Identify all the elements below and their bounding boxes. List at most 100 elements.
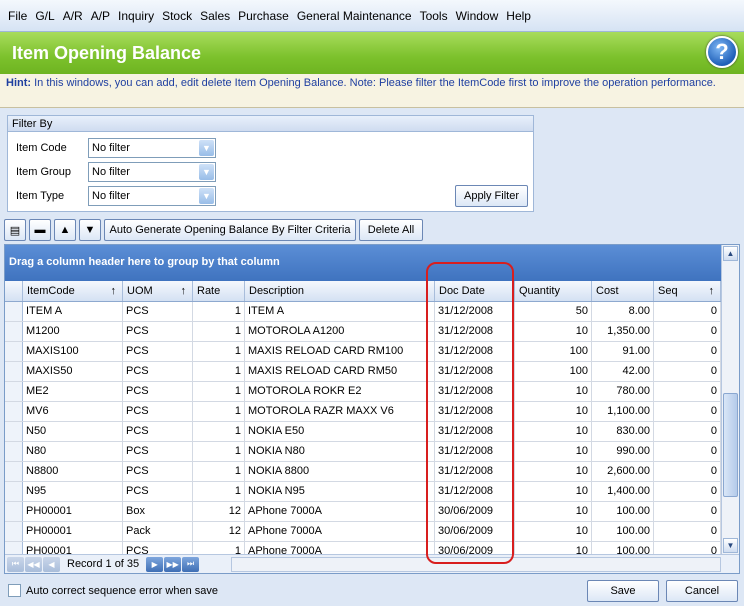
- row-indicator[interactable]: [5, 482, 23, 501]
- first-record-icon[interactable]: ⏮: [7, 556, 24, 572]
- menu-item-stock[interactable]: Stock: [158, 9, 196, 23]
- cell-rate[interactable]: 1: [193, 402, 245, 421]
- scroll-thumb[interactable]: [723, 393, 738, 497]
- scroll-up-icon[interactable]: ▲: [723, 246, 738, 261]
- table-row[interactable]: MV6 PCS 1 MOTOROLA RAZR MAXX V6 31/12/2008 10…: [5, 402, 721, 422]
- row-indicator[interactable]: [5, 302, 23, 321]
- horizontal-scrollbar[interactable]: [231, 556, 721, 572]
- cell-doc-date[interactable]: 31/12/2008: [435, 442, 515, 461]
- cell-quantity[interactable]: 10: [515, 522, 592, 541]
- auto-correct-option[interactable]: Auto correct sequence error when save: [8, 584, 218, 597]
- prev-record-icon[interactable]: ◀: [43, 556, 60, 572]
- column-header-uom[interactable]: UOM ↑: [123, 281, 193, 301]
- cell-quantity[interactable]: 10: [515, 422, 592, 441]
- chevron-down-icon[interactable]: ▼: [199, 188, 214, 204]
- row-indicator[interactable]: [5, 342, 23, 361]
- move-up-icon[interactable]: ▲: [54, 219, 76, 241]
- cell-itemcode[interactable]: ME2: [23, 382, 123, 401]
- menu-item-inquiry[interactable]: Inquiry: [114, 9, 158, 23]
- cell-uom[interactable]: PCS: [123, 482, 193, 501]
- cell-description[interactable]: MOTOROLA ROKR E2: [245, 382, 435, 401]
- cell-seq[interactable]: 0: [654, 482, 721, 501]
- cell-description[interactable]: NOKIA E50: [245, 422, 435, 441]
- menu-item-sales[interactable]: Sales: [196, 9, 234, 23]
- row-indicator[interactable]: [5, 522, 23, 541]
- column-header-quantity[interactable]: Quantity: [515, 281, 592, 301]
- cell-doc-date[interactable]: 31/12/2008: [435, 382, 515, 401]
- cell-description[interactable]: APhone 7000A: [245, 522, 435, 541]
- cell-description[interactable]: APhone 7000A: [245, 502, 435, 521]
- cell-cost[interactable]: 8.00: [592, 302, 654, 321]
- cell-uom[interactable]: PCS: [123, 322, 193, 341]
- cell-rate[interactable]: 1: [193, 482, 245, 501]
- cell-quantity[interactable]: 10: [515, 502, 592, 521]
- table-row[interactable]: N8800 PCS 1 NOKIA 8800 31/12/2008 10 2,600.00 0: [5, 462, 721, 482]
- row-indicator[interactable]: [5, 362, 23, 381]
- cell-uom[interactable]: PCS: [123, 402, 193, 421]
- cell-cost[interactable]: 1,400.00: [592, 482, 654, 501]
- cell-itemcode[interactable]: MV6: [23, 402, 123, 421]
- help-icon[interactable]: ?: [706, 36, 738, 68]
- cell-uom[interactable]: Pack: [123, 522, 193, 541]
- chevron-down-icon[interactable]: ▼: [199, 140, 214, 156]
- cell-seq[interactable]: 0: [654, 422, 721, 441]
- cell-description[interactable]: ITEM A: [245, 302, 435, 321]
- next-page-icon[interactable]: ▶▶: [164, 556, 182, 572]
- cell-cost[interactable]: 780.00: [592, 382, 654, 401]
- cell-seq[interactable]: 0: [654, 402, 721, 421]
- column-header-rate[interactable]: Rate: [193, 281, 245, 301]
- cell-uom[interactable]: PCS: [123, 442, 193, 461]
- cell-quantity[interactable]: 100: [515, 362, 592, 381]
- cell-cost[interactable]: 990.00: [592, 442, 654, 461]
- cell-description[interactable]: NOKIA N80: [245, 442, 435, 461]
- cell-quantity[interactable]: 10: [515, 482, 592, 501]
- cell-quantity[interactable]: 10: [515, 322, 592, 341]
- menu-item-window[interactable]: Window: [452, 9, 503, 23]
- next-record-icon[interactable]: ▶: [146, 556, 164, 572]
- menu-item-a-p[interactable]: A/P: [87, 9, 114, 23]
- column-header-description[interactable]: Description: [245, 281, 435, 301]
- cell-seq[interactable]: 0: [654, 302, 721, 321]
- cell-itemcode[interactable]: N8800: [23, 462, 123, 481]
- menu-item-help[interactable]: Help: [502, 9, 535, 23]
- cell-cost[interactable]: 91.00: [592, 342, 654, 361]
- auto-correct-checkbox[interactable]: [8, 584, 21, 597]
- vertical-scrollbar[interactable]: ▲ ▼: [721, 245, 739, 556]
- cell-seq[interactable]: 0: [654, 322, 721, 341]
- cell-uom[interactable]: Box: [123, 502, 193, 521]
- cell-itemcode[interactable]: PH00001: [23, 502, 123, 521]
- last-record-icon[interactable]: ⏭: [182, 556, 200, 572]
- cell-rate[interactable]: 1: [193, 382, 245, 401]
- cell-rate[interactable]: 1: [193, 442, 245, 461]
- cell-quantity[interactable]: 50: [515, 302, 592, 321]
- row-indicator[interactable]: [5, 462, 23, 481]
- table-row[interactable]: PH00001 Pack 12 APhone 7000A 30/06/2009 10 100…: [5, 522, 721, 542]
- cell-cost[interactable]: 42.00: [592, 362, 654, 381]
- cell-rate[interactable]: 1: [193, 322, 245, 341]
- cell-uom[interactable]: PCS: [123, 382, 193, 401]
- cell-doc-date[interactable]: 31/12/2008: [435, 342, 515, 361]
- table-row[interactable]: N50 PCS 1 NOKIA E50 31/12/2008 10 830.00 0: [5, 422, 721, 442]
- menu-item-a-r[interactable]: A/R: [59, 9, 87, 23]
- table-row[interactable]: MAXIS50 PCS 1 MAXIS RELOAD CARD RM50 31/12/2…: [5, 362, 721, 382]
- cell-cost[interactable]: 1,100.00: [592, 402, 654, 421]
- menu-item-g-l[interactable]: G/L: [31, 9, 58, 23]
- table-row[interactable]: N95 PCS 1 NOKIA N95 31/12/2008 10 1,400.00 0: [5, 482, 721, 502]
- cell-uom[interactable]: PCS: [123, 422, 193, 441]
- table-row[interactable]: N80 PCS 1 NOKIA N80 31/12/2008 10 990.00 0: [5, 442, 721, 462]
- row-indicator[interactable]: [5, 382, 23, 401]
- prev-page-icon[interactable]: ◀◀: [25, 556, 42, 572]
- scroll-down-icon[interactable]: ▼: [723, 538, 738, 553]
- cell-quantity[interactable]: 10: [515, 402, 592, 421]
- cell-itemcode[interactable]: N95: [23, 482, 123, 501]
- cell-rate[interactable]: 12: [193, 522, 245, 541]
- cell-cost[interactable]: 2,600.00: [592, 462, 654, 481]
- cell-seq[interactable]: 0: [654, 502, 721, 521]
- delete-all-button[interactable]: Delete All: [359, 219, 423, 241]
- cell-doc-date[interactable]: 30/06/2009: [435, 502, 515, 521]
- cell-doc-date[interactable]: 31/12/2008: [435, 402, 515, 421]
- save-button[interactable]: Save: [587, 580, 659, 602]
- move-down-icon[interactable]: ▼: [79, 219, 101, 241]
- table-row[interactable]: ME2 PCS 1 MOTOROLA ROKR E2 31/12/2008 10 780.0…: [5, 382, 721, 402]
- cell-rate[interactable]: 1: [193, 362, 245, 381]
